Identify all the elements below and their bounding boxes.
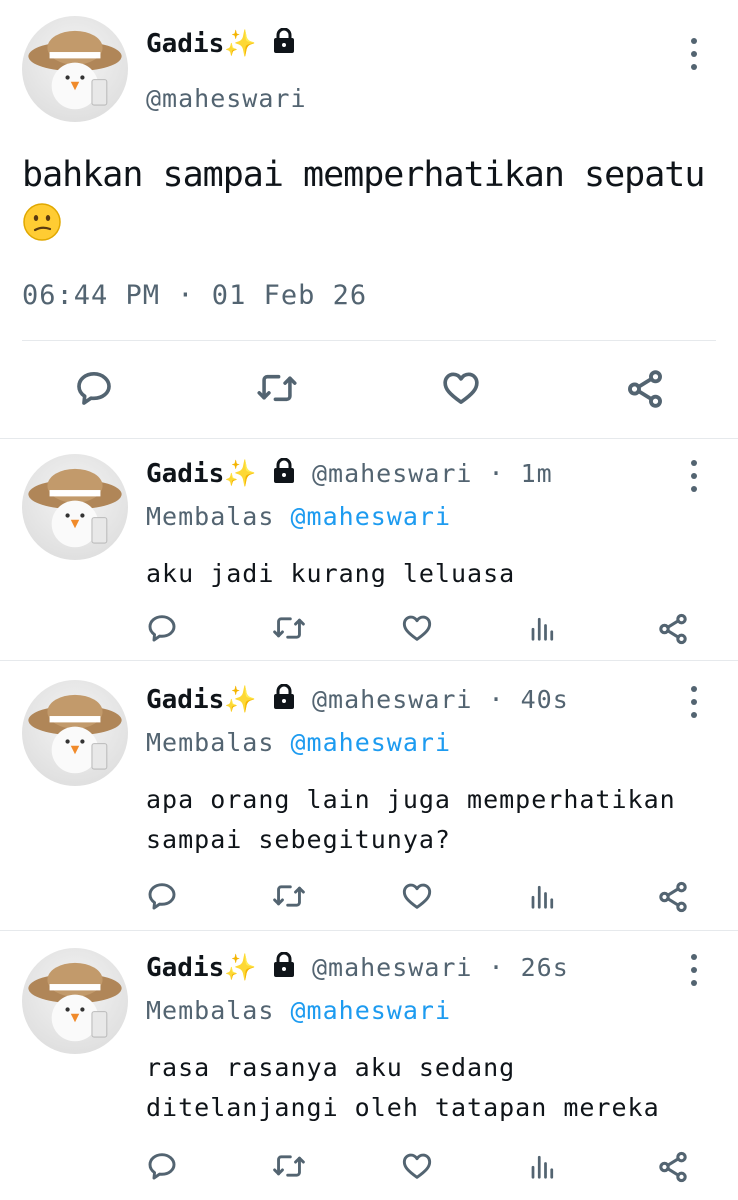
like-icon[interactable] xyxy=(440,368,482,408)
reply-text: rasa rasanya aku sedang ditelanjangi ole… xyxy=(146,1053,660,1122)
replying-to: Membalas @maheswari xyxy=(146,996,451,1025)
replying-to: Membalas @maheswari xyxy=(146,502,451,531)
reply-text: aku jadi kurang leluasa xyxy=(146,559,516,588)
avatar[interactable] xyxy=(22,680,128,786)
reply-header: Gadis✨ @maheswari · 40s xyxy=(146,683,569,717)
sparkle-emoji: ✨ xyxy=(224,953,257,983)
more-icon[interactable] xyxy=(684,460,704,492)
divider xyxy=(22,340,716,341)
avatar[interactable] xyxy=(22,454,128,560)
more-icon[interactable] xyxy=(684,686,704,718)
lock-icon xyxy=(272,683,296,717)
replying-to: Membalas @maheswari xyxy=(146,728,451,757)
avatar[interactable] xyxy=(22,16,128,122)
reply-tweet[interactable]: Gadis✨ @maheswari · 26s Membalas @mahesw… xyxy=(0,948,738,1200)
retweet-icon[interactable] xyxy=(272,880,306,912)
replying-prefix: Membalas xyxy=(146,728,275,757)
tweet-text: bahkan sampai memperhatikan sepatu xyxy=(22,150,712,250)
replying-prefix: Membalas xyxy=(146,502,275,531)
handle-time[interactable]: @maheswari · 1m xyxy=(312,459,553,488)
lock-icon xyxy=(272,951,296,985)
confused-face-emoji xyxy=(22,202,62,242)
tweet-text-content: bahkan sampai memperhatikan sepatu xyxy=(22,155,705,195)
views-icon[interactable] xyxy=(528,612,558,644)
display-name[interactable]: Gadis✨ xyxy=(146,27,296,61)
display-name[interactable]: Gadis xyxy=(146,685,224,715)
reply-text: apa orang lain juga memperhatikan sampai… xyxy=(146,785,676,854)
sparkle-emoji: ✨ xyxy=(224,29,257,59)
share-icon[interactable] xyxy=(624,368,666,410)
reply-tweet[interactable]: Gadis✨ @maheswari · 40s Membalas @mahesw… xyxy=(0,680,738,924)
reply-icon[interactable] xyxy=(74,368,114,408)
divider xyxy=(0,438,738,439)
share-icon[interactable] xyxy=(656,612,690,646)
display-name[interactable]: Gadis xyxy=(146,953,224,983)
handle-time[interactable]: @maheswari · 40s xyxy=(312,685,569,714)
retweet-icon[interactable] xyxy=(272,1150,306,1182)
more-icon[interactable] xyxy=(684,38,704,70)
divider xyxy=(0,660,738,661)
display-name[interactable]: Gadis xyxy=(146,459,224,489)
reply-tweet[interactable]: Gadis✨ @maheswari · 1m Membalas @maheswa… xyxy=(0,454,738,658)
retweet-icon[interactable] xyxy=(256,368,298,408)
mention-link[interactable]: @maheswari xyxy=(290,502,451,531)
avatar[interactable] xyxy=(22,948,128,1054)
lock-icon xyxy=(272,457,296,491)
reply-header: Gadis✨ @maheswari · 1m xyxy=(146,457,553,491)
reply-icon[interactable] xyxy=(146,880,178,912)
share-icon[interactable] xyxy=(656,880,690,914)
views-icon[interactable] xyxy=(528,1150,558,1182)
more-icon[interactable] xyxy=(684,954,704,986)
reply-icon[interactable] xyxy=(146,612,178,644)
replying-prefix: Membalas xyxy=(146,996,275,1025)
share-icon[interactable] xyxy=(656,1150,690,1184)
reply-header: Gadis✨ @maheswari · 26s xyxy=(146,951,569,985)
divider xyxy=(0,930,738,931)
like-icon[interactable] xyxy=(400,612,434,644)
mention-link[interactable]: @maheswari xyxy=(290,728,451,757)
like-icon[interactable] xyxy=(400,1150,434,1182)
reply-icon[interactable] xyxy=(146,1150,178,1182)
sparkle-emoji: ✨ xyxy=(224,459,257,489)
sparkle-emoji: ✨ xyxy=(224,685,257,715)
timestamp[interactable]: 06:44 PM · 01 Feb 26 xyxy=(22,280,367,311)
mention-link[interactable]: @maheswari xyxy=(290,996,451,1025)
retweet-icon[interactable] xyxy=(272,612,306,644)
display-name-text: Gadis xyxy=(146,29,225,59)
views-icon[interactable] xyxy=(528,880,558,912)
handle[interactable]: @maheswari xyxy=(146,84,307,113)
like-icon[interactable] xyxy=(400,880,434,912)
lock-icon xyxy=(272,27,296,61)
handle-time[interactable]: @maheswari · 26s xyxy=(312,953,569,982)
